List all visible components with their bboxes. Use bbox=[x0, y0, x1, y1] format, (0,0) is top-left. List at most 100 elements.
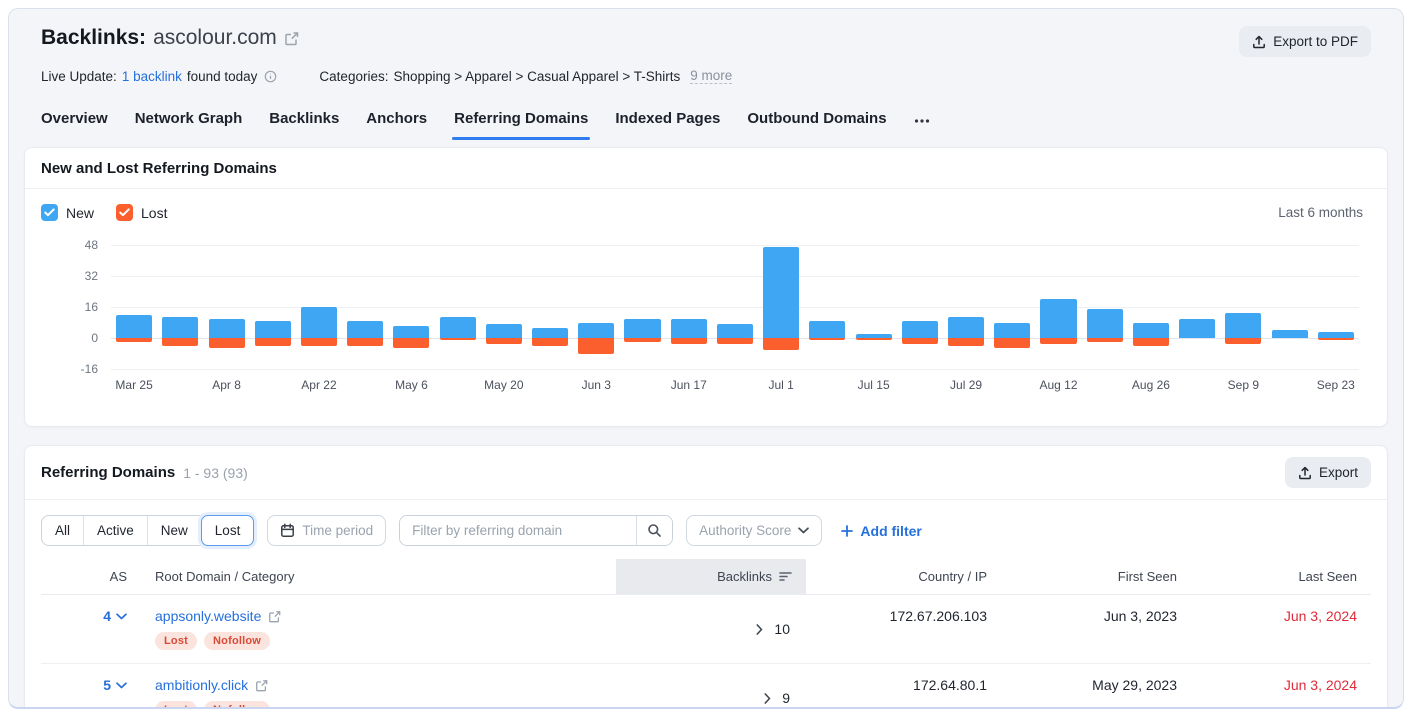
authority-score-dropdown[interactable]: Authority Score bbox=[686, 515, 822, 546]
x-axis-label: Jun 17 bbox=[666, 378, 712, 392]
search-button[interactable] bbox=[636, 516, 672, 545]
export-to-pdf-button[interactable]: Export to PDF bbox=[1239, 26, 1371, 57]
categories-more-link[interactable]: 9 more bbox=[690, 68, 732, 84]
bar-group-sep-23[interactable] bbox=[1313, 245, 1359, 369]
bar-group-jun-10[interactable] bbox=[619, 245, 665, 369]
badges: LostNofollow bbox=[155, 632, 270, 650]
x-axis-label bbox=[712, 378, 758, 392]
expand-row-icon[interactable] bbox=[756, 624, 763, 635]
column-header-label: Country / IP bbox=[918, 569, 987, 584]
bar-group-aug-19[interactable] bbox=[1082, 245, 1128, 369]
referring-domains-panel: Referring Domains 1 - 93 (93) Export All… bbox=[24, 445, 1388, 709]
bar-group-jul-15[interactable] bbox=[851, 245, 897, 369]
new-lost-referring-domains-panel: New and Lost Referring Domains NewLostLa… bbox=[24, 147, 1388, 427]
upload-icon bbox=[1252, 35, 1266, 49]
new-bar bbox=[532, 328, 568, 338]
bar-group-jun-17[interactable] bbox=[666, 245, 712, 369]
bar-group-apr-29[interactable] bbox=[342, 245, 388, 369]
legend-item-lost[interactable]: Lost bbox=[116, 204, 167, 221]
status-segmented-control: AllActiveNewLost bbox=[41, 515, 254, 546]
y-axis-label: 0 bbox=[91, 331, 98, 345]
plus-icon bbox=[841, 525, 853, 537]
as-value[interactable]: 5 bbox=[41, 664, 141, 706]
as-value[interactable]: 4 bbox=[41, 595, 141, 637]
tab-anchors[interactable]: Anchors bbox=[366, 110, 427, 140]
bar-group-may-27[interactable] bbox=[527, 245, 573, 369]
chevron-down-icon bbox=[116, 682, 127, 689]
bar-group-jul-29[interactable] bbox=[943, 245, 989, 369]
time-period-button[interactable]: Time period bbox=[267, 515, 386, 546]
bar-group-aug-26[interactable] bbox=[1128, 245, 1174, 369]
column-header-last-seen[interactable]: Last Seen bbox=[1191, 559, 1371, 594]
column-header-first-seen[interactable]: First Seen bbox=[1001, 559, 1191, 594]
checkbox-lost-icon[interactable] bbox=[116, 204, 133, 221]
domain-link[interactable]: appsonly.website bbox=[155, 608, 281, 624]
bar-group-apr-22[interactable] bbox=[296, 245, 342, 369]
backlinks-cell: 10 bbox=[616, 595, 806, 663]
bar-group-apr-1[interactable] bbox=[157, 245, 203, 369]
bar-group-sep-9[interactable] bbox=[1220, 245, 1266, 369]
info-icon[interactable] bbox=[264, 70, 277, 83]
calendar-icon bbox=[280, 523, 295, 538]
bar-group-apr-15[interactable] bbox=[250, 245, 296, 369]
as-number: 5 bbox=[103, 677, 111, 693]
bar-group-jul-22[interactable] bbox=[897, 245, 943, 369]
chart-x-axis: Mar 25Apr 8Apr 22May 6May 20Jun 3Jun 17J… bbox=[111, 378, 1359, 392]
new-bar bbox=[1040, 299, 1076, 338]
badge-lost: Lost bbox=[155, 701, 197, 709]
column-header-country-ip[interactable]: Country / IP bbox=[806, 559, 1001, 594]
bar-group-apr-8[interactable] bbox=[203, 245, 249, 369]
export-label: Export bbox=[1319, 465, 1358, 480]
lost-bar bbox=[994, 338, 1030, 348]
external-link-icon[interactable] bbox=[268, 610, 281, 623]
lost-bar bbox=[1133, 338, 1169, 346]
segment-new[interactable]: New bbox=[148, 516, 202, 545]
domain-filter-input[interactable] bbox=[400, 516, 636, 545]
bar-group-may-6[interactable] bbox=[388, 245, 434, 369]
tabs-more-button[interactable] bbox=[914, 117, 930, 140]
x-axis-label bbox=[342, 378, 388, 392]
column-header-label: Last Seen bbox=[1298, 569, 1357, 584]
legend-item-new[interactable]: New bbox=[41, 204, 94, 221]
tab-overview[interactable]: Overview bbox=[41, 110, 108, 140]
badges: LostNofollow bbox=[155, 701, 270, 709]
external-link-icon[interactable] bbox=[284, 31, 299, 46]
segment-all[interactable]: All bbox=[42, 516, 84, 545]
expand-row-icon[interactable] bbox=[764, 693, 771, 704]
bar-group-mar-25[interactable] bbox=[111, 245, 157, 369]
tab-backlinks[interactable]: Backlinks bbox=[269, 110, 339, 140]
tab-network-graph[interactable]: Network Graph bbox=[135, 110, 243, 140]
tab-referring-domains[interactable]: Referring Domains bbox=[454, 110, 588, 140]
bar-group-jul-1[interactable] bbox=[758, 245, 804, 369]
add-filter-button[interactable]: Add filter bbox=[841, 523, 921, 539]
external-link-icon[interactable] bbox=[255, 679, 268, 692]
column-header-as[interactable]: AS bbox=[41, 559, 141, 594]
report-header: Backlinks: ascolour.com bbox=[24, 9, 1388, 84]
x-axis-label: Sep 23 bbox=[1313, 378, 1359, 392]
bar-group-sep-2[interactable] bbox=[1174, 245, 1220, 369]
live-update-link[interactable]: 1 backlink bbox=[122, 69, 182, 84]
new-bar bbox=[763, 247, 799, 338]
bar-group-jun-24[interactable] bbox=[712, 245, 758, 369]
tab-indexed-pages[interactable]: Indexed Pages bbox=[615, 110, 720, 140]
bar-group-aug-12[interactable] bbox=[1035, 245, 1081, 369]
export-button[interactable]: Export bbox=[1285, 457, 1371, 488]
x-axis-label: Aug 26 bbox=[1128, 378, 1174, 392]
bar-group-aug-5[interactable] bbox=[989, 245, 1035, 369]
tab-outbound-domains[interactable]: Outbound Domains bbox=[747, 110, 886, 140]
bar-group-may-20[interactable] bbox=[481, 245, 527, 369]
new-bar bbox=[809, 321, 845, 338]
x-axis-label: Aug 12 bbox=[1035, 378, 1081, 392]
segment-lost[interactable]: Lost bbox=[201, 515, 255, 546]
column-header-backlinks[interactable]: Backlinks bbox=[616, 559, 806, 594]
bar-group-jun-3[interactable] bbox=[573, 245, 619, 369]
domain-link[interactable]: ambitionly.click bbox=[155, 677, 268, 693]
x-axis-label bbox=[804, 378, 850, 392]
chart-legend: NewLostLast 6 months bbox=[25, 189, 1387, 221]
bar-group-jul-8[interactable] bbox=[804, 245, 850, 369]
column-header-root-domain-category[interactable]: Root Domain / Category bbox=[141, 559, 616, 594]
bar-group-sep-16[interactable] bbox=[1266, 245, 1312, 369]
bar-group-may-13[interactable] bbox=[435, 245, 481, 369]
checkbox-new-icon[interactable] bbox=[41, 204, 58, 221]
segment-active[interactable]: Active bbox=[84, 516, 148, 545]
